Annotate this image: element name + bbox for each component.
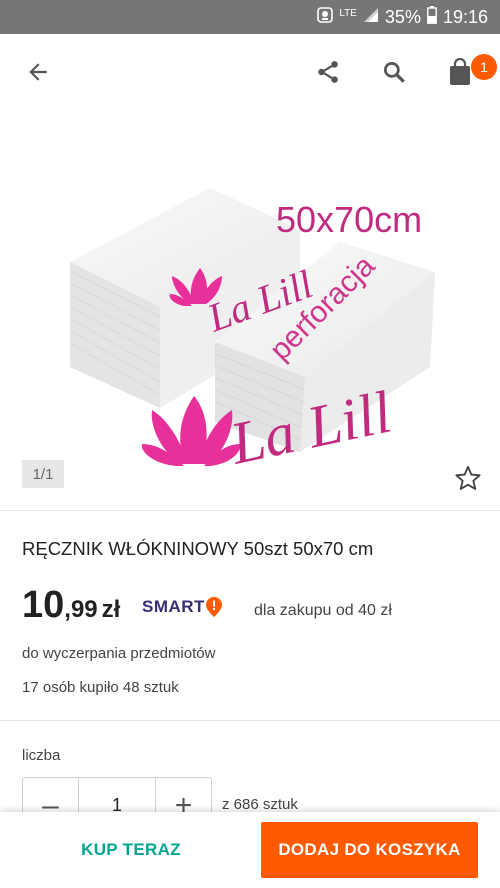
notification-icon	[317, 7, 334, 28]
share-button[interactable]	[304, 48, 352, 96]
price-currency: zł	[101, 596, 121, 623]
add-to-cart-button[interactable]: DODAJ DO KOSZYKA	[261, 822, 478, 878]
product-gallery[interactable]: 50x70cm La Lill perforacja La Lill 1/1	[0, 112, 500, 510]
price: 10 ,99 zł	[22, 583, 120, 627]
image-size-text: 50x70cm	[276, 199, 422, 240]
smart-label: SMART	[142, 597, 205, 616]
cart-count-badge: 1	[471, 54, 497, 80]
stock-text: z 686 sztuk	[222, 796, 298, 813]
battery-percent: 35%	[384, 7, 421, 27]
smart-note: dla zakupu od 40 zł	[254, 602, 392, 619]
divider	[0, 720, 500, 721]
status-indicators: LTE 35% 19:16	[317, 6, 488, 29]
back-button[interactable]	[14, 48, 62, 96]
signal-icon	[363, 7, 379, 28]
divider	[0, 510, 500, 511]
product-image: 50x70cm La Lill perforacja La Lill	[70, 188, 435, 477]
favorite-button[interactable]	[448, 458, 488, 498]
smart-pin-icon	[205, 597, 222, 617]
price-integer: 10	[22, 584, 65, 626]
clock: 19:16	[442, 7, 488, 27]
shopping-bag-icon	[450, 58, 470, 85]
search-button[interactable]	[370, 48, 418, 96]
price-decimal: ,99	[64, 596, 98, 623]
star-outline-icon	[455, 465, 481, 490]
status-bar: LTE 35% 19:16	[0, 0, 500, 34]
product-title: RĘCZNIK WŁÓKNINOWY 50szt 50x70 cm	[22, 538, 374, 559]
smart-badge[interactable]: SMART	[142, 597, 222, 617]
image-counter: 1/1	[22, 460, 64, 488]
search-icon	[383, 61, 405, 83]
app-bar: 1	[0, 34, 500, 112]
bottom-action-bar: KUP TERAZ DODAJ DO KOSZYKA	[0, 812, 500, 888]
sold-count-text: 17 osób kupiło 48 sztuk	[22, 679, 179, 696]
battery-icon	[427, 6, 437, 29]
back-arrow-icon	[29, 63, 47, 81]
buy-now-button[interactable]: KUP TERAZ	[22, 822, 240, 878]
share-icon	[318, 61, 338, 83]
availability-text: do wyczerpania przedmiotów	[22, 645, 216, 662]
network-type: LTE	[339, 7, 357, 19]
quantity-label: liczba	[22, 747, 61, 764]
